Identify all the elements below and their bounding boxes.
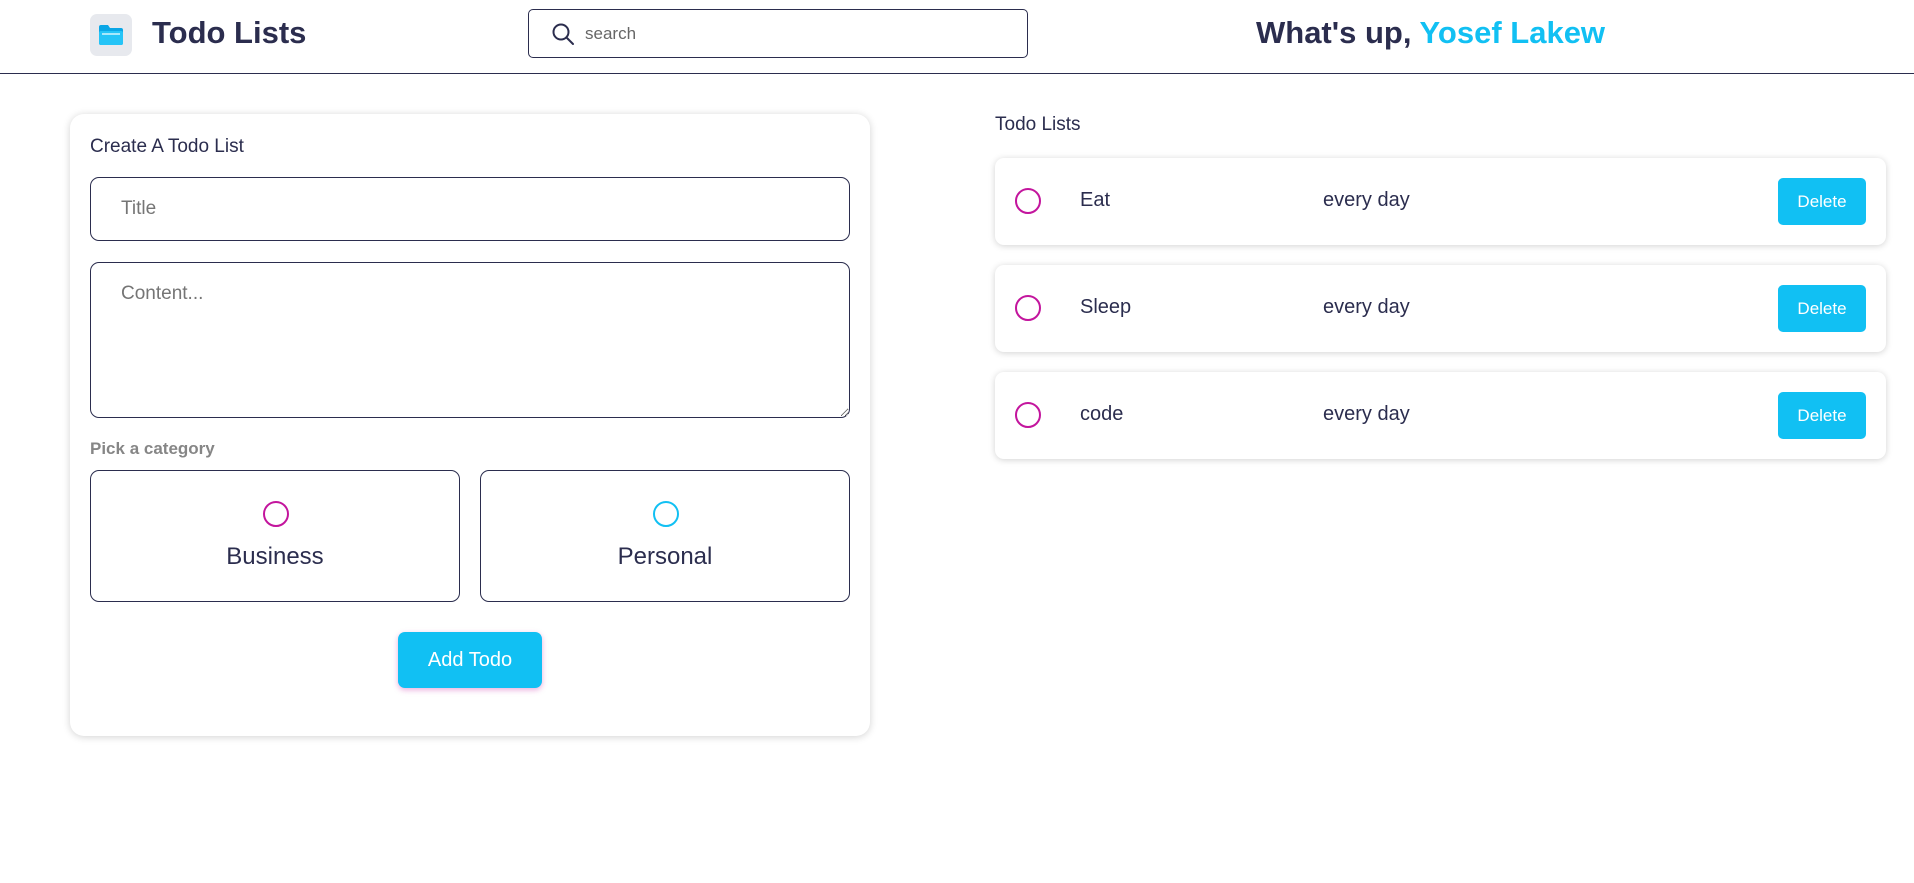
todo-item: Sleep every day Delete	[995, 265, 1886, 352]
greeting: What's up, Yosef Lakew	[1256, 15, 1605, 51]
todo-item: code every day Delete	[995, 372, 1886, 459]
top-header: Todo Lists What's up, Yosef Lakew	[0, 0, 1914, 74]
delete-button[interactable]: Delete	[1778, 392, 1866, 439]
todo-complete-checkbox[interactable]	[1015, 188, 1041, 214]
todo-complete-checkbox[interactable]	[1015, 402, 1041, 428]
category-option-personal[interactable]: Personal	[480, 470, 850, 602]
todo-content: every day	[1323, 296, 1410, 318]
title-input[interactable]	[90, 177, 850, 241]
category-label-business: Business	[226, 543, 324, 570]
personal-radio[interactable]	[653, 501, 679, 527]
create-todo-card: Create A Todo List Pick a category Busin…	[70, 114, 870, 736]
todo-item: Eat every day Delete	[995, 158, 1886, 245]
folder-icon	[90, 14, 132, 56]
search-input[interactable]	[585, 23, 1005, 44]
create-form-title: Create A Todo List	[90, 136, 244, 157]
business-radio[interactable]	[263, 501, 289, 527]
content-input[interactable]	[90, 262, 850, 418]
user-name: Yosef Lakew	[1419, 15, 1606, 50]
app-title: Todo Lists	[152, 15, 307, 50]
category-label: Pick a category	[90, 439, 215, 458]
todo-name: code	[1080, 403, 1124, 425]
todo-complete-checkbox[interactable]	[1015, 295, 1041, 321]
search-icon	[551, 21, 577, 47]
search-bar[interactable]	[528, 9, 1028, 58]
delete-button[interactable]: Delete	[1778, 178, 1866, 225]
greeting-prefix: What's up,	[1256, 15, 1412, 50]
todo-content: every day	[1323, 403, 1410, 425]
todo-list-title: Todo Lists	[995, 114, 1081, 135]
todo-name: Sleep	[1080, 296, 1132, 318]
todo-name: Eat	[1080, 189, 1111, 211]
todo-content: every day	[1323, 189, 1410, 211]
add-todo-button[interactable]: Add Todo	[398, 632, 542, 688]
delete-button[interactable]: Delete	[1778, 285, 1866, 332]
category-label-personal: Personal	[617, 543, 713, 570]
category-option-business[interactable]: Business	[90, 470, 460, 602]
